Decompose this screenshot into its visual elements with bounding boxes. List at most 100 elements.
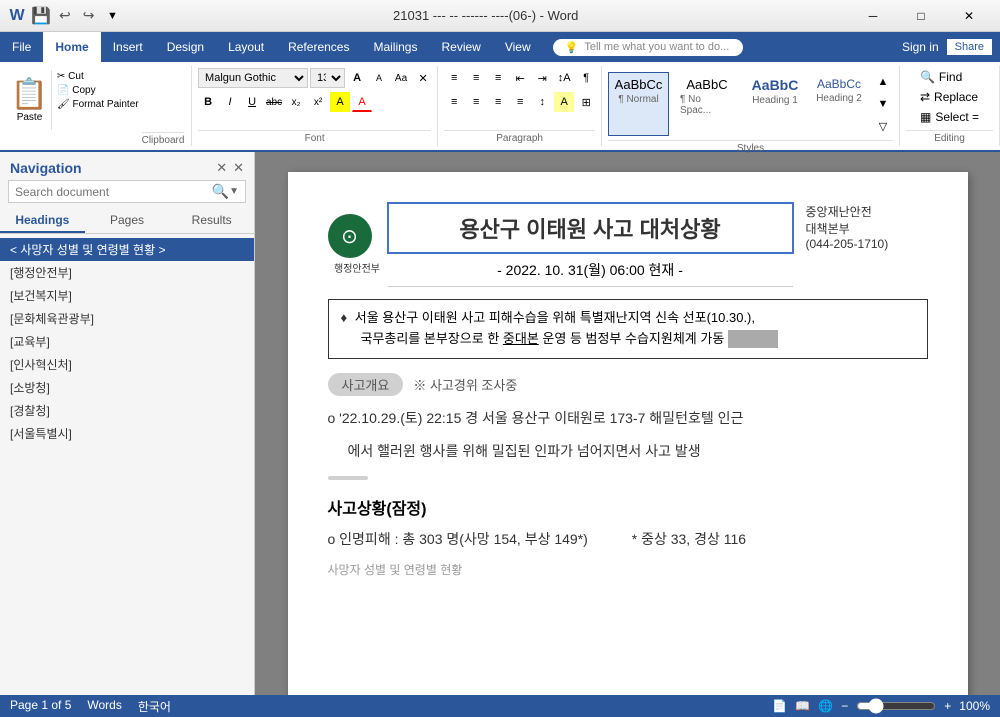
search-input[interactable]: [15, 185, 212, 199]
change-case-button[interactable]: Aa: [391, 68, 411, 88]
font-shrink-button[interactable]: A: [369, 68, 389, 88]
tab-mailings[interactable]: Mailings: [361, 32, 429, 62]
gov-symbol: ⊙: [341, 224, 358, 249]
list-item[interactable]: [소방청]: [0, 376, 254, 399]
bullets-button[interactable]: ≡: [444, 68, 464, 88]
justify-button[interactable]: ≡: [510, 92, 530, 112]
find-icon: 🔍: [920, 70, 935, 84]
list-item[interactable]: [문화체육관광부]: [0, 307, 254, 330]
subscript-button[interactable]: x₂: [286, 92, 306, 112]
font-size-select[interactable]: 13: [310, 68, 345, 88]
show-formatting-button[interactable]: ¶: [576, 68, 596, 88]
customize-icon[interactable]: ▼: [103, 7, 121, 25]
close-button[interactable]: ✕: [946, 0, 992, 32]
replace-icon: ⇄: [920, 90, 930, 104]
list-item[interactable]: [인사혁신처]: [0, 353, 254, 376]
replace-button[interactable]: ⇄ Replace: [916, 88, 983, 106]
tab-review[interactable]: Review: [429, 32, 492, 62]
zoom-level: 100%: [959, 699, 990, 713]
words-info: Words: [87, 698, 121, 715]
multilevel-list-button[interactable]: ≡: [488, 68, 508, 88]
list-item[interactable]: [서울특별시]: [0, 422, 254, 445]
tab-file[interactable]: File: [0, 32, 43, 62]
align-center-button[interactable]: ≡: [466, 92, 486, 112]
nav-close-icon[interactable]: ✕: [233, 160, 244, 176]
find-button[interactable]: 🔍 Find: [916, 68, 983, 86]
align-left-button[interactable]: ≡: [444, 92, 464, 112]
org-phone: (044-205-1710): [806, 237, 889, 251]
search-icon[interactable]: 🔍: [212, 183, 229, 200]
style-normal[interactable]: AaBbCc ¶ Normal: [608, 72, 669, 136]
font-grow-button[interactable]: A: [347, 68, 367, 88]
share-button[interactable]: Share: [947, 39, 992, 55]
increase-indent-button[interactable]: ⇥: [532, 68, 552, 88]
tell-me-bar[interactable]: 💡 Tell me what you want to do...: [553, 39, 743, 56]
styles-scroll-down[interactable]: ▼: [873, 94, 893, 114]
underline-button[interactable]: U: [242, 92, 262, 112]
para1-text: o '22.10.29.(토) 22:15 경 서울 용산구 이태원로 173-…: [328, 410, 744, 426]
font-name-select[interactable]: Malgun Gothic: [198, 68, 308, 88]
list-item[interactable]: [교육부]: [0, 330, 254, 353]
line-spacing-button[interactable]: ↕: [532, 92, 552, 112]
tab-layout[interactable]: Layout: [216, 32, 276, 62]
tab-home[interactable]: Home: [43, 32, 100, 62]
italic-button[interactable]: I: [220, 92, 240, 112]
list-item[interactable]: [행정안전부]: [0, 261, 254, 284]
highlight-button[interactable]: A: [330, 92, 350, 112]
style-nospace-preview: AaBbC: [686, 77, 727, 92]
copy-button[interactable]: 📄 Copy: [54, 84, 142, 97]
save-button[interactable]: 💾: [32, 7, 50, 25]
tab-view[interactable]: View: [493, 32, 543, 62]
font-color-button[interactable]: A: [352, 92, 372, 112]
font-row-2: B I U abc x₂ x² A A: [198, 92, 372, 112]
nav-tab-results[interactable]: Results: [169, 209, 254, 233]
shading-button[interactable]: A: [554, 92, 574, 112]
nav-tab-pages[interactable]: Pages: [85, 209, 170, 233]
layout-view-icon[interactable]: 📄: [772, 699, 787, 713]
sort-button[interactable]: ↕A: [554, 68, 574, 88]
redo-button[interactable]: ↪: [80, 7, 98, 24]
web-view-icon[interactable]: 🌐: [818, 699, 833, 713]
search-dropdown-icon[interactable]: ▼: [229, 186, 239, 197]
paste-button[interactable]: 📋 Paste: [8, 70, 52, 130]
style-no-spacing[interactable]: AaBbC ¶ No Spac...: [673, 72, 741, 136]
minimize-button[interactable]: ─: [850, 0, 896, 32]
section2-title-row: [328, 472, 928, 487]
list-item[interactable]: < 사망자 성별 및 연령별 현황 >: [0, 238, 254, 261]
undo-button[interactable]: ↩: [56, 7, 74, 24]
bold-button[interactable]: B: [198, 92, 218, 112]
list-item[interactable]: [보건복지부]: [0, 284, 254, 307]
section1-badge-text: 사고개요: [342, 378, 390, 393]
borders-button[interactable]: ⊞: [576, 92, 596, 112]
paragraph-row-2: ≡ ≡ ≡ ≡ ↕ A ⊞: [444, 92, 596, 112]
superscript-button[interactable]: x²: [308, 92, 328, 112]
zoom-slider[interactable]: [856, 698, 936, 714]
format-painter-button[interactable]: 🖌 Format Painter: [54, 98, 142, 111]
minus-icon[interactable]: −: [841, 699, 848, 713]
select-button[interactable]: ▦ Select =: [916, 108, 983, 126]
align-right-button[interactable]: ≡: [488, 92, 508, 112]
styles-scroll-up[interactable]: ▲: [873, 72, 893, 92]
tab-references[interactable]: References: [276, 32, 361, 62]
maximize-button[interactable]: □: [898, 0, 944, 32]
section1-badge: 사고개요: [328, 373, 404, 396]
plus-icon[interactable]: +: [944, 699, 951, 713]
cut-button[interactable]: ✂ Cut: [54, 70, 142, 83]
style-heading2[interactable]: AaBbCc Heading 2: [809, 72, 869, 136]
doc-date-row: - 2022. 10. 31(월) 06:00 현재 -: [388, 253, 793, 287]
para3-text: o 인명피해 : 총 303 명(사망 154, 부상 149*): [328, 531, 588, 547]
nav-tab-headings[interactable]: Headings: [0, 209, 85, 233]
styles-more[interactable]: ▽: [873, 116, 893, 136]
tab-insert[interactable]: Insert: [101, 32, 155, 62]
tab-design[interactable]: Design: [155, 32, 216, 62]
style-heading1[interactable]: AaBbC Heading 1: [745, 72, 805, 136]
sign-in-button[interactable]: Sign in: [902, 40, 939, 54]
nav-pin-icon[interactable]: ✕: [216, 160, 227, 176]
read-view-icon[interactable]: 📖: [795, 699, 810, 713]
strikethrough-button[interactable]: abc: [264, 92, 284, 112]
list-item[interactable]: [경찰청]: [0, 399, 254, 422]
decrease-indent-button[interactable]: ⇤: [510, 68, 530, 88]
numbered-list-button[interactable]: ≡: [466, 68, 486, 88]
clear-format-button[interactable]: ✕: [413, 68, 433, 88]
style-h1-label: Heading 1: [752, 95, 798, 106]
